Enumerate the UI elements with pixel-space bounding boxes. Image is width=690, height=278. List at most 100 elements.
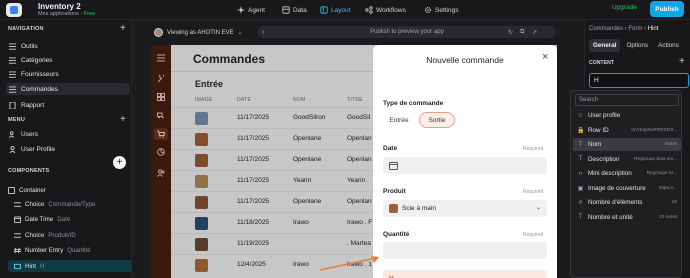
back-arrow-icon[interactable]: ‹ (262, 29, 264, 36)
annotation-arrow (319, 256, 379, 271)
component-label: Choice (25, 231, 45, 239)
dropdown-item-label: User profile (588, 112, 621, 119)
dropdown-item-detail: Regroupe to... (646, 171, 677, 176)
external-link-icon[interactable]: ↗ (532, 29, 537, 36)
dropdown-item-label: Image de couverture (588, 184, 646, 192)
required-label: Required (523, 189, 544, 195)
dropdown-item[interactable]: ☺ User profile (573, 109, 681, 122)
sidebar-item-user-profile[interactable]: User Profile (6, 143, 130, 155)
sidebar-item-fournisseurs[interactable]: Fournisseurs (6, 68, 130, 80)
tab-actions[interactable]: Actions (654, 39, 683, 52)
panel-tabs: General Options Actions (589, 39, 689, 52)
component-number-entry[interactable]: Number Entry Quantité (14, 244, 138, 256)
dropdown-item-detail: Outils (664, 142, 677, 147)
product-thumbnail (389, 204, 398, 213)
tab-settings[interactable]: Settings (420, 3, 463, 17)
add-content-icon[interactable]: + (679, 56, 685, 67)
component-choice-type[interactable]: Choice Commande/Type (14, 198, 138, 210)
add-menu-icon[interactable]: + (120, 115, 126, 125)
hamburger-icon (9, 42, 16, 50)
close-icon[interactable]: × (542, 52, 548, 63)
breadcrumb: Commandes › Form › Hint (589, 26, 659, 32)
dropdown-item[interactable]: # Nombre d'éléments 18 (573, 196, 681, 209)
sidebar-item-label: Users (21, 130, 38, 138)
app-logo[interactable] (6, 3, 22, 17)
dropdown-item-label: Nom (588, 141, 602, 148)
sidebar-item-rapport[interactable]: Rapport (6, 99, 130, 111)
dropdown-item[interactable]: 🔒 Row ID tmYbop9xRROSD3... (573, 124, 681, 137)
produit-label: Produit (383, 188, 406, 195)
preview-url-bar[interactable]: ‹ Publish to preview your app ↻ ⧉ ↗ (258, 26, 556, 38)
workflows-icon (365, 6, 373, 14)
dropdown-item[interactable]: T Nom Outils (573, 138, 681, 151)
required-label: Required (523, 232, 544, 238)
app-subtitle[interactable]: Mes applications · Free (38, 11, 95, 17)
user-icon: ☺ (577, 112, 584, 119)
number-icon: # (578, 199, 583, 206)
component-label: Hint (25, 262, 37, 270)
component-container[interactable]: Container (8, 184, 132, 196)
left-sidebar: NAVIGATION + Outils Catégories Fournisse… (0, 20, 132, 278)
chevron-down-icon: ⌄ (237, 30, 243, 36)
hint-box: H (383, 270, 547, 278)
calendar-icon (389, 161, 398, 170)
top-bar: Inventory 2 Mes applications · Free Agen… (0, 0, 690, 20)
dropdown-item[interactable]: ▣ Image de couverture https://... (573, 182, 681, 195)
viewing-as-selector[interactable]: Viewing as AHOTIN EVE ⌄ (154, 28, 243, 37)
tab-options[interactable]: Options (622, 39, 652, 52)
text-icon: T (578, 214, 583, 220)
breadcrumb-item[interactable]: Form (628, 26, 642, 32)
tab-data[interactable]: Data (278, 3, 311, 17)
component-date-time[interactable]: Date Time Date (14, 213, 138, 225)
sidebar-item-commandes[interactable]: Commandes (6, 83, 130, 95)
preview-placeholder: Publish to preview your app (370, 29, 444, 35)
hamburger-icon (9, 56, 16, 64)
new-order-modal: Nouvelle commande × Type de commande Ent… (373, 45, 557, 278)
dropdown-item[interactable]: ‹› Mini description Regroupe to... (573, 167, 681, 180)
dropdown-item-detail: tmYbop9xRROSD3... (631, 127, 677, 133)
code-icon: ‹› (578, 170, 583, 177)
tab-agent[interactable]: Agent (233, 3, 269, 17)
avatar (154, 28, 163, 37)
modal-title: Nouvelle commande (426, 55, 504, 65)
sidebar-item-users[interactable]: Users (6, 128, 130, 140)
copy-icon[interactable]: ⧉ (520, 29, 524, 36)
component-choice-produit[interactable]: Choice Produit/ID (14, 229, 138, 241)
upgrade-link[interactable]: Upgrade (612, 4, 637, 11)
number-icon (14, 247, 21, 254)
type-option-sortie[interactable]: Sortie (419, 112, 455, 128)
app-preview: Commandes Entrée IMAGE DATE NOM TITRE 11… (151, 45, 557, 278)
dropdown-item-label: Nombre et unité (588, 213, 633, 221)
app-title[interactable]: Inventory 2 (38, 2, 81, 11)
component-detail: Produit/ID (48, 231, 76, 239)
add-component-button[interactable]: + (113, 156, 126, 169)
tab-workflows[interactable]: Workflows (361, 3, 410, 17)
tab-general[interactable]: General (589, 39, 621, 52)
text-icon: T (578, 141, 583, 148)
breadcrumb-item[interactable]: Commandes (589, 26, 623, 32)
dropdown-search-input[interactable]: Search (575, 94, 679, 106)
dropdown-item[interactable]: T Nombre et unité 10 outils (573, 211, 681, 224)
tab-layout[interactable]: Layout (316, 3, 355, 17)
hint-text-input[interactable]: H (589, 73, 689, 88)
hint-icon (14, 263, 21, 270)
quantite-field[interactable] (383, 242, 547, 259)
component-hint[interactable]: Hint H (8, 260, 132, 272)
produit-select[interactable]: Scie à main ⌄ (383, 200, 547, 217)
dropdown-item[interactable]: T Description Regroupe tous les... (573, 153, 681, 166)
canvas: Viewing as AHOTIN EVE ⌄ ‹ Publish to pre… (132, 20, 584, 278)
lock-icon: 🔒 (577, 127, 585, 134)
app-subtitle-label: Mes applications (38, 11, 79, 17)
breadcrumb-current: Hint (647, 26, 659, 32)
date-field[interactable] (383, 157, 547, 174)
refresh-icon[interactable]: ↻ (508, 29, 513, 36)
sidebar-item-categories[interactable]: Catégories (6, 54, 130, 66)
add-navigation-icon[interactable]: + (120, 24, 126, 34)
agent-icon (237, 6, 245, 14)
type-option-entree[interactable]: Entrée (381, 112, 417, 128)
content-label: CONTENT (589, 60, 615, 66)
component-detail: Quantité (67, 246, 91, 254)
sidebar-item-outils[interactable]: Outils (6, 40, 130, 52)
container-icon (8, 186, 15, 194)
publish-button[interactable]: Publish (650, 1, 684, 17)
